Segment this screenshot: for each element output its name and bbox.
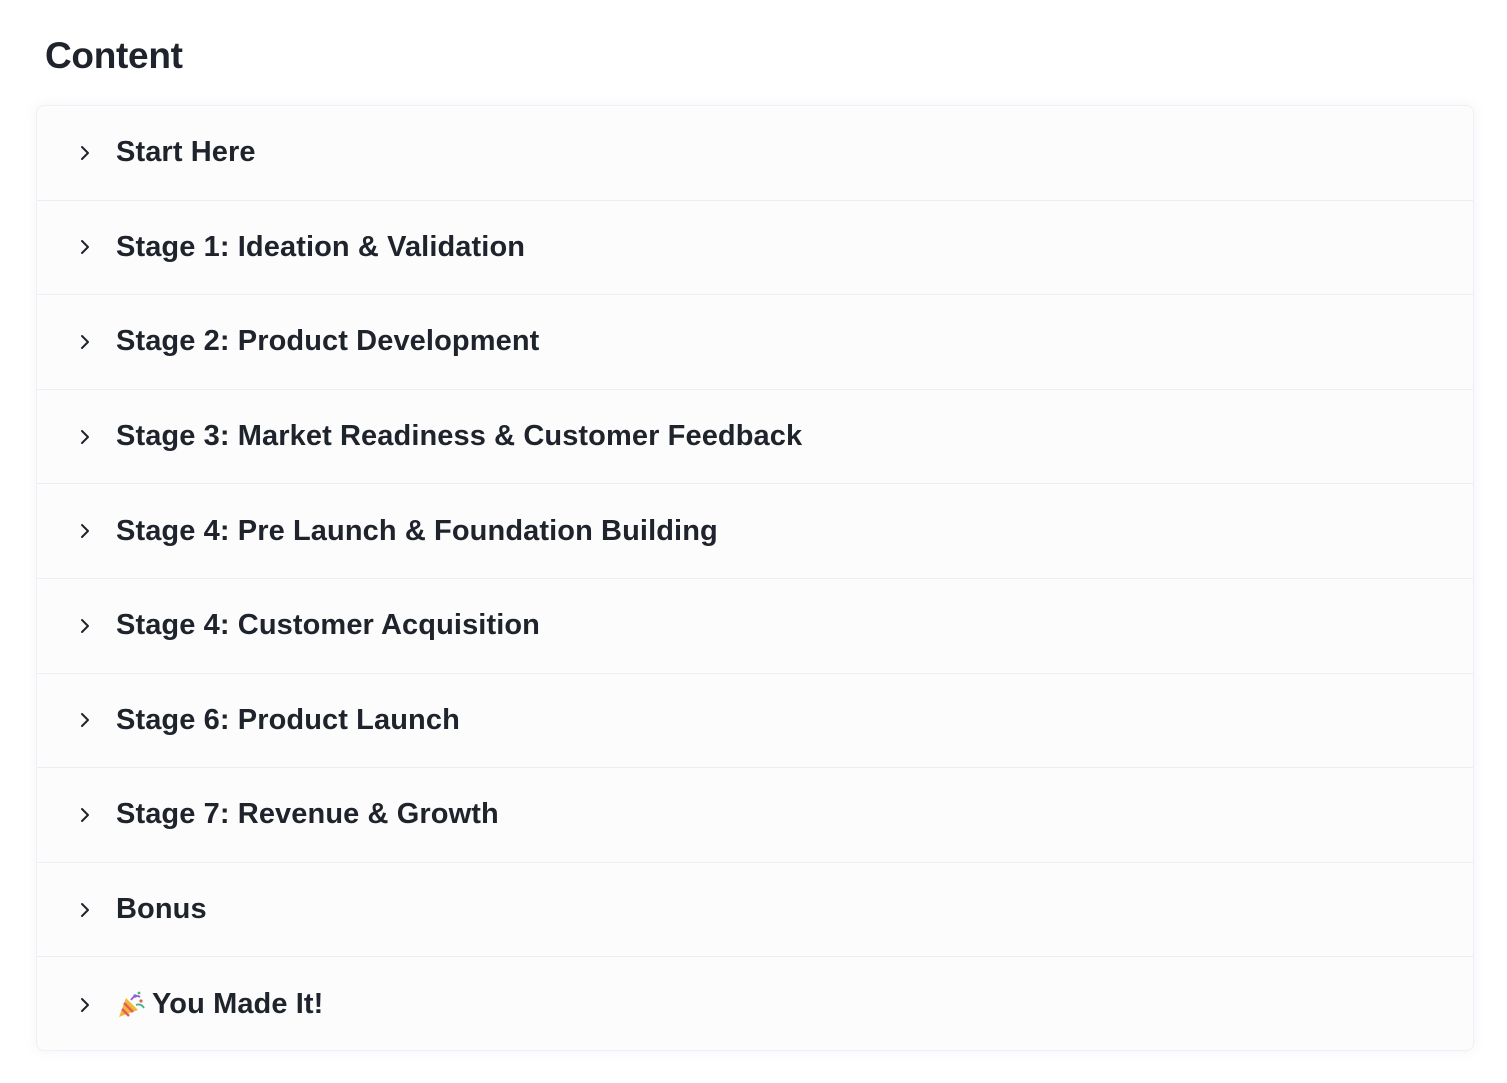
chevron-right-icon: [75, 995, 95, 1015]
module-row-stage-1[interactable]: Stage 1: Ideation & Validation: [37, 201, 1473, 296]
module-label: Start Here: [116, 136, 256, 169]
page-title: Content: [45, 35, 183, 76]
module-row-stage-3[interactable]: Stage 3: Market Readiness & Customer Fee…: [37, 390, 1473, 485]
module-row-stage-4-acquisition[interactable]: Stage 4: Customer Acquisition: [37, 579, 1473, 674]
module-row-stage-6[interactable]: Stage 6: Product Launch: [37, 674, 1473, 769]
module-row-stage-4-pre-launch[interactable]: Stage 4: Pre Launch & Foundation Buildin…: [37, 484, 1473, 579]
chevron-right-icon: [75, 521, 95, 541]
content-page: Content Start Here Stage 1: Ideation & V…: [0, 0, 1507, 1083]
module-row-stage-2[interactable]: Stage 2: Product Development: [37, 295, 1473, 390]
chevron-right-icon: [75, 427, 95, 447]
module-label: Stage 7: Revenue & Growth: [116, 798, 499, 831]
chevron-right-icon: [75, 616, 95, 636]
module-row-bonus[interactable]: Bonus: [37, 863, 1473, 958]
module-label: Stage 4: Customer Acquisition: [116, 609, 540, 642]
module-label: Stage 3: Market Readiness & Customer Fee…: [116, 420, 803, 453]
chevron-right-icon: [75, 237, 95, 257]
module-accordion: Start Here Stage 1: Ideation & Validatio…: [36, 105, 1474, 1051]
chevron-right-icon: [75, 710, 95, 730]
module-row-start-here[interactable]: Start Here: [37, 106, 1473, 201]
module-label: Bonus: [116, 893, 207, 926]
module-row-stage-7[interactable]: Stage 7: Revenue & Growth: [37, 768, 1473, 863]
chevron-right-icon: [75, 143, 95, 163]
chevron-right-icon: [75, 332, 95, 352]
chevron-right-icon: [75, 805, 95, 825]
party-popper-icon: [116, 990, 146, 1020]
module-row-you-made-it[interactable]: You Made It!: [37, 957, 1473, 1050]
module-label: Stage 2: Product Development: [116, 325, 540, 358]
chevron-right-icon: [75, 900, 95, 920]
module-label: Stage 6: Product Launch: [116, 703, 460, 736]
module-label: You Made It!: [152, 988, 324, 1021]
module-label: Stage 4: Pre Launch & Foundation Buildin…: [116, 514, 718, 547]
module-label: Stage 1: Ideation & Validation: [116, 230, 526, 263]
